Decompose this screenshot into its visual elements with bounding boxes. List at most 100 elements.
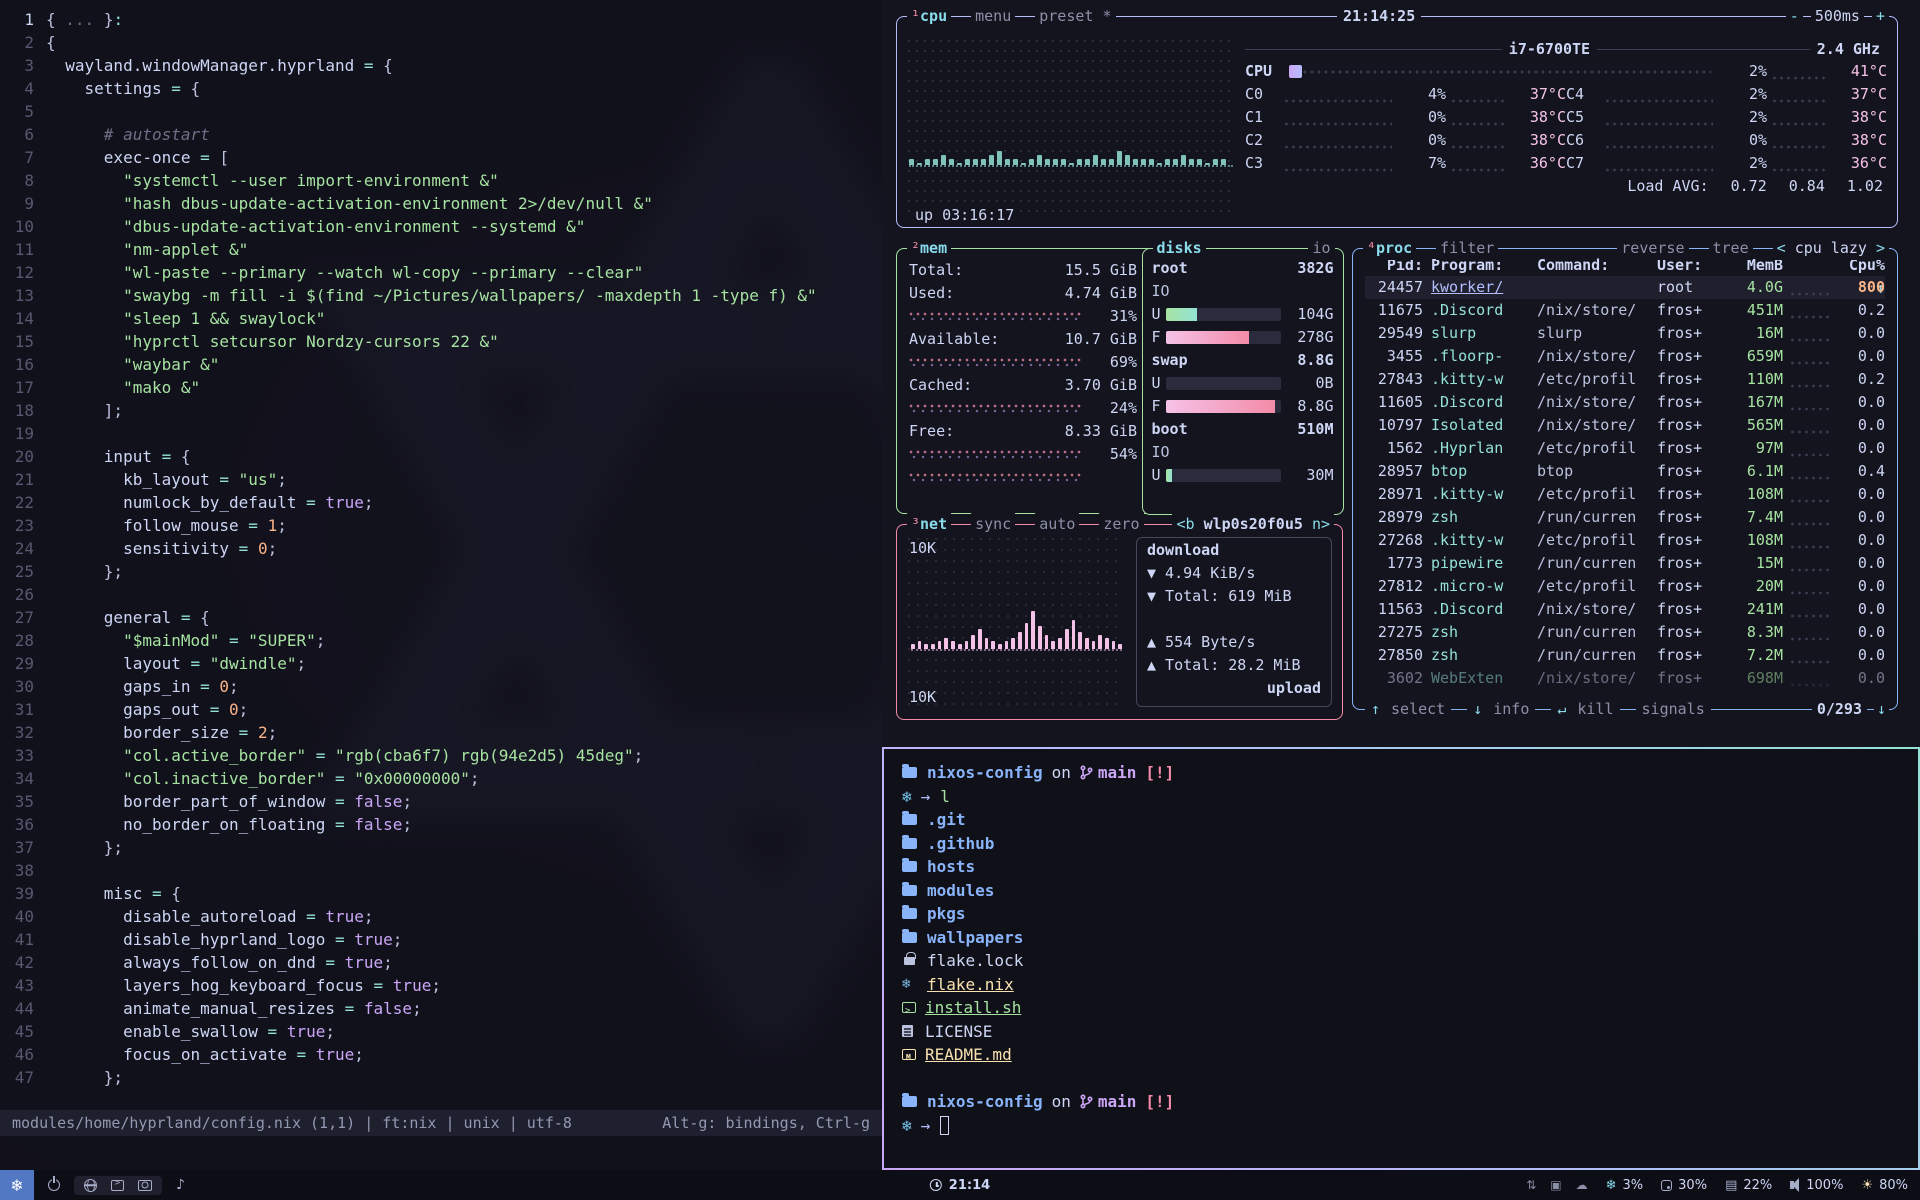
net-sync-button[interactable]: sync xyxy=(971,513,1015,536)
proc-row[interactable]: 11605.Discord/nix/store/fros+167M0.0 xyxy=(1365,391,1885,414)
metric-disk[interactable]: 30% xyxy=(1661,1178,1707,1193)
code-line[interactable]: layout = "dwindle"; xyxy=(46,652,882,675)
code-line[interactable] xyxy=(46,422,882,445)
code-line[interactable]: always_follow_on_dnd = true; xyxy=(46,951,882,974)
code-line[interactable]: kb_layout = "us"; xyxy=(46,468,882,491)
proc-row[interactable]: 27850zsh/run/currenfros+7.2M0.0 xyxy=(1365,644,1885,667)
terminal-icon[interactable] xyxy=(111,1180,124,1191)
code-line[interactable]: disable_autoreload = true; xyxy=(46,905,882,928)
proc-row[interactable]: 27275zsh/run/currenfros+8.3M0.0 xyxy=(1365,621,1885,644)
code-line[interactable]: # autostart xyxy=(46,123,882,146)
updates-icon[interactable]: ⇅ xyxy=(1526,1178,1536,1192)
code-line[interactable]: "col.active_border" = "rgb(cba6f7) rgb(9… xyxy=(46,744,882,767)
code-line[interactable]: sensitivity = 0; xyxy=(46,537,882,560)
code-line[interactable]: "wl-paste --primary --watch wl-copy --pr… xyxy=(46,261,882,284)
metric-brightness[interactable]: ☀80% xyxy=(1861,1178,1908,1193)
proc-row[interactable]: 28971.kitty-w/etc/profilfros+108M0.0 xyxy=(1365,483,1885,506)
code-line[interactable]: "sleep 1 && swaylock" xyxy=(46,307,882,330)
code-line[interactable]: "dbus-update-activation-environment --sy… xyxy=(46,215,882,238)
tree-button[interactable]: tree xyxy=(1709,237,1753,260)
code-line[interactable]: }; xyxy=(46,560,882,583)
interval-increase-button[interactable]: + xyxy=(1872,5,1889,28)
filter-button[interactable]: filter xyxy=(1436,237,1498,260)
code-line[interactable]: general = { xyxy=(46,606,882,629)
code-line[interactable]: "systemctl --user import-environment &" xyxy=(46,169,882,192)
proc-footer-button[interactable]: ↵kill xyxy=(1551,698,1619,721)
browser-icon[interactable] xyxy=(84,1179,97,1192)
proc-row[interactable]: 27843.kitty-w/etc/profilfros+110M0.2 xyxy=(1365,368,1885,391)
proc-row[interactable]: 1773pipewire/run/currenfros+15M0.0 xyxy=(1365,552,1885,575)
proc-footer-button[interactable]: ↑select xyxy=(1365,698,1451,721)
interval-decrease-button[interactable]: - xyxy=(1786,5,1803,28)
btop-window[interactable]: ¹cpu menu preset * 21:14:25 - 500ms + up… xyxy=(882,0,1920,747)
code-line[interactable]: settings = { xyxy=(46,77,882,100)
cloud-icon[interactable]: ☁ xyxy=(1576,1178,1588,1192)
code-line[interactable]: no_border_on_floating = false; xyxy=(46,813,882,836)
code-line[interactable]: "hash dbus-update-activation-environment… xyxy=(46,192,882,215)
sort-prev-button[interactable]: < xyxy=(1777,239,1786,257)
workspace-apps[interactable] xyxy=(74,1176,162,1195)
apps-icon[interactable]: ▣ xyxy=(1550,1178,1561,1192)
proc-row[interactable]: 27812.micro-w/etc/profilfros+20M0.0 xyxy=(1365,575,1885,598)
code-line[interactable]: disable_hyprland_logo = true; xyxy=(46,928,882,951)
code-line[interactable]: border_size = 2; xyxy=(46,721,882,744)
editor-code[interactable]: { ... }:{ wayland.windowManager.hyprland… xyxy=(46,8,882,1110)
code-line[interactable]: "nm-applet &" xyxy=(46,238,882,261)
clock[interactable]: 21:14 xyxy=(930,1178,990,1193)
active-command-line[interactable]: ❄ → xyxy=(902,1114,1900,1138)
code-line[interactable]: follow_mouse = 1; xyxy=(46,514,882,537)
menu-button[interactable]: menu xyxy=(971,5,1015,28)
proc-footer-button[interactable]: ↓info xyxy=(1467,698,1535,721)
code-line[interactable]: numlock_by_default = true; xyxy=(46,491,882,514)
code-line[interactable]: gaps_in = 0; xyxy=(46,675,882,698)
terminal-window[interactable]: nixos-config on main [!] ❄ → l .git.gith… xyxy=(884,749,1918,1168)
proc-row[interactable]: 28979zsh/run/currenfros+7.4M0.0 xyxy=(1365,506,1885,529)
sort-next-button[interactable]: > xyxy=(1876,239,1885,257)
code-line[interactable]: input = { xyxy=(46,445,882,468)
reverse-button[interactable]: reverse xyxy=(1617,237,1688,260)
code-line[interactable]: "swaybg -m fill -i $(find ~/Pictures/wal… xyxy=(46,284,882,307)
code-line[interactable]: enable_swallow = true; xyxy=(46,1020,882,1043)
metric-memory[interactable]: ▤22% xyxy=(1725,1178,1772,1193)
net-interface[interactable]: <b wlp0s20f0u5 n> xyxy=(1172,513,1334,536)
code-line[interactable]: gaps_out = 0; xyxy=(46,698,882,721)
code-line[interactable]: border_part_of_window = false; xyxy=(46,790,882,813)
code-line[interactable] xyxy=(46,859,882,882)
proc-row[interactable]: 11563.Discord/nix/store/fros+241M0.0 xyxy=(1365,598,1885,621)
io-mode-button[interactable]: io xyxy=(1308,237,1334,260)
proc-row[interactable]: 28957btopbtopfros+6.1M0.4 xyxy=(1365,460,1885,483)
editor-window[interactable]: 1234567891011121314151617181920212223242… xyxy=(0,0,882,1170)
net-zero-button[interactable]: zero xyxy=(1099,513,1143,536)
code-line[interactable]: "mako &" xyxy=(46,376,882,399)
screenshot-icon[interactable] xyxy=(138,1180,152,1191)
code-line[interactable]: }; xyxy=(46,1066,882,1089)
preset-button[interactable]: preset * xyxy=(1035,5,1115,28)
code-line[interactable]: { ... }: xyxy=(46,8,882,31)
sort-selector[interactable]: < cpu lazy > xyxy=(1773,237,1889,260)
music-icon[interactable]: ♪ xyxy=(176,1177,185,1193)
code-line[interactable]: wayland.windowManager.hyprland = { xyxy=(46,54,882,77)
proc-row[interactable]: 1562.Hyprlan/etc/profilfros+97M0.0 xyxy=(1365,437,1885,460)
code-line[interactable]: exec-once = [ xyxy=(46,146,882,169)
metric-cpu[interactable]: ❄3% xyxy=(1606,1178,1644,1193)
code-line[interactable]: "hyprctl setcursor Nordzy-cursors 22 &" xyxy=(46,330,882,353)
code-line[interactable]: layers_hog_keyboard_focus = true; xyxy=(46,974,882,997)
metric-volume[interactable]: 100% xyxy=(1790,1178,1843,1193)
code-line[interactable]: { xyxy=(46,31,882,54)
scroll-down-icon[interactable]: ↓ xyxy=(1874,698,1889,721)
proc-row[interactable]: 3602WebExten/nix/store/fros+698M0.0 xyxy=(1365,667,1885,690)
code-line[interactable]: "col.inactive_border" = "0x00000000"; xyxy=(46,767,882,790)
code-line[interactable]: misc = { xyxy=(46,882,882,905)
proc-row[interactable]: 29549slurpslurpfros+16M0.0 xyxy=(1365,322,1885,345)
code-line[interactable]: focus_on_activate = true; xyxy=(46,1043,882,1066)
proc-row[interactable]: 11675.Discord/nix/store/fros+451M0.2 xyxy=(1365,299,1885,322)
proc-footer-button[interactable]: signals xyxy=(1636,698,1711,721)
code-line[interactable]: animate_manual_resizes = false; xyxy=(46,997,882,1020)
nixos-menu-button[interactable]: ❄ xyxy=(0,1170,34,1200)
code-line[interactable] xyxy=(46,583,882,606)
power-icon[interactable] xyxy=(48,1179,60,1191)
code-line[interactable] xyxy=(46,100,882,123)
proc-row[interactable]: 10797Isolated/nix/store/fros+565M0.0 xyxy=(1365,414,1885,437)
proc-row[interactable]: 3455.floorp-/nix/store/fros+659M0.0 xyxy=(1365,345,1885,368)
net-auto-button[interactable]: auto xyxy=(1035,513,1079,536)
